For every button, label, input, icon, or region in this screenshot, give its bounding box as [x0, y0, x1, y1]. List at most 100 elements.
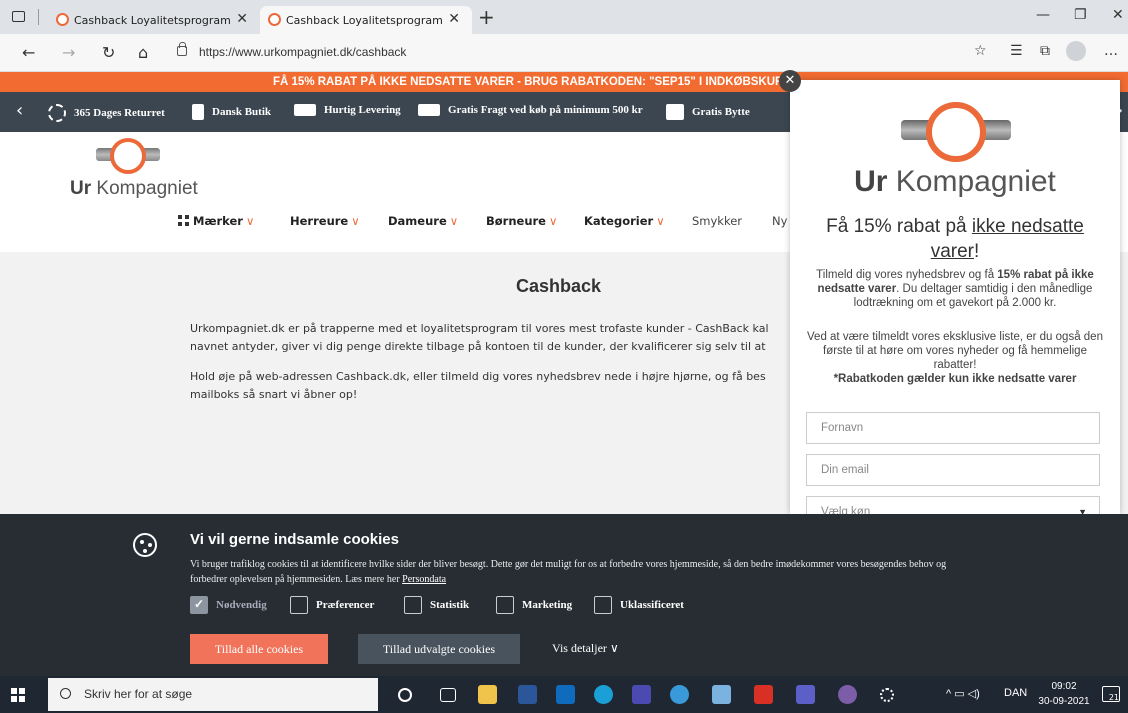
outlook-icon[interactable]: [556, 685, 575, 704]
show-details-button[interactable]: Vis detaljer ∨: [552, 641, 619, 656]
window-close-icon[interactable]: ✕: [1112, 7, 1124, 23]
more-options-icon[interactable]: …: [1104, 43, 1118, 59]
menu-item-maerker[interactable]: Mærker ∨: [178, 214, 254, 228]
cashback-paragraph: Hold øje på web-adressen Cashback.dk, el…: [190, 370, 766, 401]
popup-heading: Få 15% rabat på ikke nedsatte varer!: [826, 216, 1084, 262]
usp-label: Dansk Butik: [212, 106, 272, 118]
checkbox-necessary[interactable]: ✓ Nødvendig: [190, 596, 267, 614]
maximize-icon[interactable]: ❐: [1074, 7, 1087, 23]
acrobat-icon[interactable]: [754, 685, 773, 704]
popup-close-button[interactable]: ✕: [779, 70, 801, 92]
ie-icon[interactable]: [670, 685, 689, 704]
checkbox-marketing[interactable]: Marketing: [496, 596, 572, 614]
popup-body-text: Ved at være tilmeldt vores eksklusive li…: [807, 331, 1103, 385]
usp-label: 365 Dages Returret: [74, 107, 165, 119]
windows-taskbar: Skriv her for at søge ^ ▭ ◁) DAN 09:02 30…: [0, 676, 1128, 713]
address-bar: ← → ↻ ⌂ https://www.urkompagniet.dk/cash…: [0, 34, 1128, 72]
menu-item-borneure[interactable]: Børneure ∨: [486, 214, 557, 228]
chevron-down-icon: ∨: [351, 214, 360, 228]
cookie-banner: Vi vil gerne indsamle cookies Vi bruger …: [0, 514, 1128, 676]
tab-close-icon[interactable]: ✕: [236, 11, 248, 27]
tab-title: Cashback Loyalitetsprogram: [74, 13, 231, 27]
grid-icon: [178, 215, 189, 226]
exchange-icon: [666, 104, 684, 120]
gender-select[interactable]: Vælg køn ▼: [806, 496, 1100, 514]
allow-selected-cookies-button[interactable]: Tillad udvalgte cookies: [358, 634, 520, 664]
chevron-down-icon: ∨: [609, 641, 619, 655]
checkbox-unclassified[interactable]: Uklassificeret: [594, 596, 684, 614]
usp-item: Gratis Bytte: [666, 104, 750, 120]
return-icon: [48, 104, 66, 122]
cashback-paragraph: Urkompagniet.dk er på trapperne med et l…: [190, 322, 769, 353]
cookie-icon: [133, 533, 157, 557]
chevron-down-icon: ∨: [245, 214, 255, 228]
back-icon[interactable]: ←: [22, 43, 35, 62]
minimize-icon[interactable]: —: [1036, 7, 1050, 23]
favicon-icon: [268, 13, 281, 26]
chevron-down-icon: ∨: [548, 214, 558, 228]
browser-tab[interactable]: Cashback Loyalitetsprogram ✕: [48, 6, 260, 34]
collections-icon[interactable]: ⧉: [1040, 43, 1050, 59]
menu-item-dameure[interactable]: Dameure ∨: [388, 214, 458, 228]
ess-icon[interactable]: [838, 685, 857, 704]
page-title: Cashback: [516, 276, 602, 296]
cookie-title: Vi vil gerne indsamle cookies: [190, 531, 399, 548]
refresh-icon[interactable]: ↻: [102, 43, 115, 62]
checkmark-icon: ✓: [190, 596, 208, 614]
usp-item: Dansk Butik: [192, 104, 271, 120]
checkbox-statistics[interactable]: Statistik: [404, 596, 469, 614]
favorite-star-icon[interactable]: ☆: [974, 43, 987, 59]
file-explorer-icon[interactable]: [478, 685, 497, 704]
browser-tab-strip: Cashback Loyalitetsprogram ✕ Cashback Lo…: [0, 0, 1128, 34]
new-tab-icon[interactable]: +: [478, 5, 495, 29]
menu-item-smykker[interactable]: Smykker: [692, 214, 742, 228]
carousel-prev-icon[interactable]: ‹: [16, 100, 23, 121]
edge-icon[interactable]: [594, 685, 613, 704]
app-icon[interactable]: [632, 685, 651, 704]
menu-item-ny[interactable]: Ny: [772, 214, 787, 228]
cortana-icon[interactable]: [398, 688, 412, 702]
usp-item: Hurtig Levering: [294, 104, 401, 116]
url-field[interactable]: https://www.urkompagniet.dk/cashback: [199, 45, 406, 59]
checkbox-preferences[interactable]: Præferencer: [290, 596, 374, 614]
usp-label: Hurtig Levering: [324, 104, 401, 116]
forward-icon[interactable]: →: [62, 43, 75, 62]
home-icon[interactable]: ⌂: [138, 43, 148, 62]
tab-actions-icon[interactable]: [12, 11, 25, 22]
newsletter-popup: Ur Kompagniet Få 15% rabat på ikke nedsa…: [790, 80, 1120, 514]
allow-all-cookies-button[interactable]: Tillad alle cookies: [190, 634, 328, 664]
browser-tab-active[interactable]: Cashback Loyalitetsprogram ✕: [260, 6, 472, 34]
profile-avatar[interactable]: [1066, 41, 1086, 61]
popup-brand: Ur Kompagniet: [854, 165, 1056, 198]
language-indicator[interactable]: DAN: [1004, 687, 1027, 699]
persondata-link[interactable]: Persondata: [402, 574, 446, 585]
notification-icon[interactable]: 21: [1102, 686, 1120, 702]
tray-icons[interactable]: ^ ▭ ◁): [946, 687, 980, 700]
email-field[interactable]: Din email: [806, 454, 1100, 486]
taskbar-search-input[interactable]: Skriv her for at søge: [48, 678, 378, 711]
popup-body-text: Tilmeld dig vores nyhedsbrev og få 15% r…: [816, 269, 1094, 309]
usp-label: Gratis Fragt ved køb på minimum 500 kr: [448, 104, 643, 116]
cookie-description: Vi bruger trafiklog cookies til at ident…: [190, 559, 947, 585]
search-icon: [60, 688, 71, 699]
menu-item-kategorier[interactable]: Kategorier ∨: [584, 214, 665, 228]
word-icon[interactable]: [518, 685, 537, 704]
usp-item: Gratis Fragt ved køb på minimum 500 kr: [418, 104, 643, 116]
site-logo[interactable]: Ur Kompagniet: [68, 138, 208, 204]
dropdown-arrow-icon: ▼: [1078, 507, 1087, 514]
watch-face-graphic: [110, 138, 146, 174]
chevron-down-icon: ∨: [449, 214, 459, 228]
app-icon[interactable]: [712, 685, 731, 704]
truck-icon: [294, 104, 316, 116]
windows-start-icon[interactable]: [11, 688, 25, 702]
menu-item-herreure[interactable]: Herreure ∨: [290, 214, 360, 228]
teams-icon[interactable]: [796, 685, 815, 704]
tab-close-icon[interactable]: ✕: [448, 11, 460, 27]
lock-icon[interactable]: [177, 42, 187, 56]
settings-gear-icon[interactable]: [880, 688, 894, 702]
divider: [38, 9, 39, 25]
clock[interactable]: 09:02 30-09-2021: [1034, 679, 1094, 709]
task-view-icon[interactable]: [440, 688, 456, 702]
firstname-field[interactable]: Fornavn: [806, 412, 1100, 444]
favorites-list-icon[interactable]: ☰: [1010, 43, 1023, 59]
